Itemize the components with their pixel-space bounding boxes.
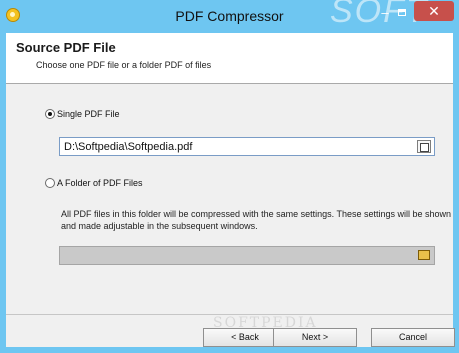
- cancel-button[interactable]: Cancel: [371, 328, 455, 347]
- folder-label[interactable]: A Folder of PDF Files: [57, 178, 143, 188]
- folder-description: All PDF files in this folder will be com…: [61, 209, 452, 231]
- window-border-bottom: [0, 347, 459, 353]
- maximize-button[interactable]: [395, 6, 411, 20]
- single-file-radio[interactable]: [45, 109, 55, 119]
- file-path-value: D:\Softpedia\Softpedia.pdf: [64, 141, 193, 153]
- browse-file-button[interactable]: [417, 140, 431, 153]
- page-title: Source PDF File: [16, 40, 116, 55]
- title-bar[interactable]: PDF Compressor SOFT – ✕: [0, 0, 459, 33]
- page-subtitle: Choose one PDF file or a folder PDF of f…: [36, 60, 212, 70]
- maximize-icon: [398, 9, 406, 16]
- single-file-label[interactable]: Single PDF File: [57, 109, 120, 119]
- pdf-compressor-window: PDF Compressor SOFT – ✕ Source PDF File …: [0, 0, 459, 353]
- minimize-button[interactable]: –: [377, 6, 393, 20]
- window-border-right: [453, 33, 459, 353]
- browse-folder-button[interactable]: [418, 250, 430, 260]
- folder-path-input: [59, 246, 435, 265]
- close-button[interactable]: ✕: [414, 1, 454, 21]
- file-path-input[interactable]: D:\Softpedia\Softpedia.pdf: [59, 137, 435, 156]
- wizard-header: Source PDF File Choose one PDF file or a…: [6, 33, 453, 84]
- next-button[interactable]: Next >: [273, 328, 357, 347]
- folder-radio[interactable]: [45, 178, 55, 188]
